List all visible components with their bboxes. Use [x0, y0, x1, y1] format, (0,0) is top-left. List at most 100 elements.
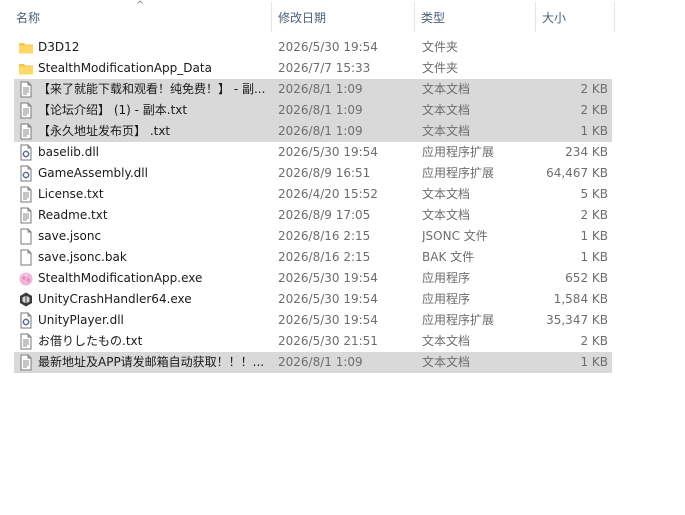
- file-row[interactable]: UnityPlayer.dll 2026/5/30 19:54 应用程序扩展 35,3…: [14, 310, 612, 331]
- column-header-type[interactable]: 类型: [421, 10, 445, 26]
- text-file-icon: [18, 102, 34, 119]
- file-name: 【永久地址发布页】 .txt: [38, 124, 171, 138]
- file-name: Readme.txt: [38, 208, 108, 222]
- file-date: 2026/4/20 15:52: [278, 187, 378, 201]
- file-row[interactable]: 最新地址及APP请发邮箱自动获取！！！... 2026/8/1 1:09 文本文档 1…: [14, 352, 612, 373]
- file-type: 应用程序扩展: [422, 313, 495, 327]
- file-type: 文本文档: [422, 187, 471, 201]
- file-type: 应用程序扩展: [422, 166, 495, 180]
- file-date: 2026/8/1 1:09: [278, 355, 363, 369]
- file-date: 2026/8/1 1:09: [278, 103, 363, 117]
- file-name: D3D12: [38, 40, 80, 54]
- pink-app-icon: [18, 270, 34, 287]
- file-name: 【论坛介绍】 (1) - 副本.txt: [38, 103, 188, 117]
- file-date: 2026/8/9 16:51: [278, 166, 371, 180]
- file-date: 2026/5/30 19:54: [278, 271, 378, 285]
- dll-file-icon: [18, 165, 34, 182]
- column-divider[interactable]: [614, 2, 615, 32]
- file-row[interactable]: StealthModificationApp_Data 2026/7/7 15:3…: [14, 58, 612, 79]
- column-header-bar: ^ 名称 修改日期 类型 大小: [0, 0, 685, 34]
- file-type: 文件夹: [422, 40, 459, 54]
- file-type: 文本文档: [422, 103, 471, 117]
- file-type: 文本文档: [422, 355, 471, 369]
- file-type: 文本文档: [422, 82, 471, 96]
- file-date: 2026/8/9 17:05: [278, 208, 371, 222]
- file-row[interactable]: お借りしたもの.txt 2026/5/30 21:51 文本文档 2 KB: [14, 331, 612, 352]
- file-row[interactable]: save.jsonc 2026/8/16 2:15 JSONC 文件 1 KB: [14, 226, 612, 247]
- file-size: 64,467 KB: [546, 166, 608, 180]
- file-name: License.txt: [38, 187, 104, 201]
- file-type: JSONC 文件: [422, 229, 488, 243]
- file-size: 2 KB: [580, 208, 608, 222]
- file-row[interactable]: UnityCrashHandler64.exe 2026/5/30 19:54 应用…: [14, 289, 612, 310]
- file-type: 文本文档: [422, 208, 471, 222]
- folder-icon: [18, 60, 34, 77]
- file-type: 应用程序: [422, 292, 471, 306]
- file-type: BAK 文件: [422, 250, 475, 264]
- file-name: UnityCrashHandler64.exe: [38, 292, 192, 306]
- file-type: 应用程序: [422, 271, 471, 285]
- file-name: 【来了就能下载和观看！纯免费！】 - 副...: [38, 82, 266, 96]
- text-file-icon: [18, 123, 34, 140]
- dll-file-icon: [18, 312, 34, 329]
- column-divider[interactable]: [535, 2, 536, 32]
- file-date: 2026/5/30 21:51: [278, 334, 378, 348]
- file-size: 2 KB: [580, 334, 608, 348]
- file-type: 应用程序扩展: [422, 145, 495, 159]
- folder-icon: [18, 39, 34, 56]
- file-date: 2026/5/30 19:54: [278, 145, 378, 159]
- column-divider[interactable]: [271, 2, 272, 32]
- file-date: 2026/8/1 1:09: [278, 82, 363, 96]
- file-size: [532, 58, 608, 79]
- file-name: 最新地址及APP请发邮箱自动获取！！！...: [38, 355, 265, 369]
- text-file-icon: [18, 354, 34, 371]
- file-type: 文本文档: [422, 334, 471, 348]
- column-divider[interactable]: [414, 2, 415, 32]
- file-row[interactable]: 【论坛介绍】 (1) - 副本.txt 2026/8/1 1:09 文本文档 2 KB: [14, 100, 612, 121]
- file-row[interactable]: StealthModificationApp.exe 2026/5/30 19:5…: [14, 268, 612, 289]
- file-size: 652 KB: [565, 271, 608, 285]
- file-size: 1 KB: [580, 250, 608, 264]
- column-header-name[interactable]: 名称: [16, 10, 40, 26]
- file-row[interactable]: 【来了就能下载和观看！纯免费！】 - 副... 2026/8/1 1:09 文本文档…: [14, 79, 612, 100]
- file-date: 2026/8/16 2:15: [278, 229, 371, 243]
- text-file-icon: [18, 186, 34, 203]
- file-date: 2026/5/30 19:54: [278, 292, 378, 306]
- file-row[interactable]: License.txt 2026/4/20 15:52 文本文档 5 KB: [14, 184, 612, 205]
- file-size: 5 KB: [580, 187, 608, 201]
- file-size: 1 KB: [580, 355, 608, 369]
- blank-file-icon: [18, 249, 34, 266]
- file-date: 2026/8/16 2:15: [278, 250, 371, 264]
- file-name: GameAssembly.dll: [38, 166, 148, 180]
- column-header-size[interactable]: 大小: [542, 10, 566, 26]
- file-size: [532, 37, 608, 58]
- file-name: StealthModificationApp.exe: [38, 271, 203, 285]
- file-row[interactable]: baselib.dll 2026/5/30 19:54 应用程序扩展 234 KB: [14, 142, 612, 163]
- file-row[interactable]: 【永久地址发布页】 .txt 2026/8/1 1:09 文本文档 1 KB: [14, 121, 612, 142]
- file-size: 234 KB: [565, 145, 608, 159]
- file-row[interactable]: D3D12 2026/5/30 19:54 文件夹: [14, 37, 612, 58]
- file-size: 1,584 KB: [553, 292, 608, 306]
- file-row[interactable]: GameAssembly.dll 2026/8/9 16:51 应用程序扩展 64,4…: [14, 163, 612, 184]
- file-size: 1 KB: [580, 229, 608, 243]
- file-name: save.jsonc: [38, 229, 102, 243]
- file-name: save.jsonc.bak: [38, 250, 127, 264]
- blank-file-icon: [18, 228, 34, 245]
- file-size: 35,347 KB: [546, 313, 608, 327]
- text-file-icon: [18, 333, 34, 350]
- unity-icon: [18, 291, 34, 308]
- column-header-date[interactable]: 修改日期: [278, 10, 326, 26]
- file-type: 文本文档: [422, 124, 471, 138]
- file-list: D3D12 2026/5/30 19:54 文件夹 StealthModificati…: [14, 37, 614, 373]
- file-name: UnityPlayer.dll: [38, 313, 124, 327]
- file-date: 2026/5/30 19:54: [278, 313, 378, 327]
- file-date: 2026/8/1 1:09: [278, 124, 363, 138]
- text-file-icon: [18, 207, 34, 224]
- sort-ascending-icon[interactable]: ^: [136, 0, 144, 11]
- file-row[interactable]: save.jsonc.bak 2026/8/16 2:15 BAK 文件 1 KB: [14, 247, 612, 268]
- file-size: 2 KB: [580, 103, 608, 117]
- file-date: 2026/5/30 19:54: [278, 40, 378, 54]
- file-row[interactable]: Readme.txt 2026/8/9 17:05 文本文档 2 KB: [14, 205, 612, 226]
- text-file-icon: [18, 81, 34, 98]
- file-name: StealthModificationApp_Data: [38, 61, 212, 75]
